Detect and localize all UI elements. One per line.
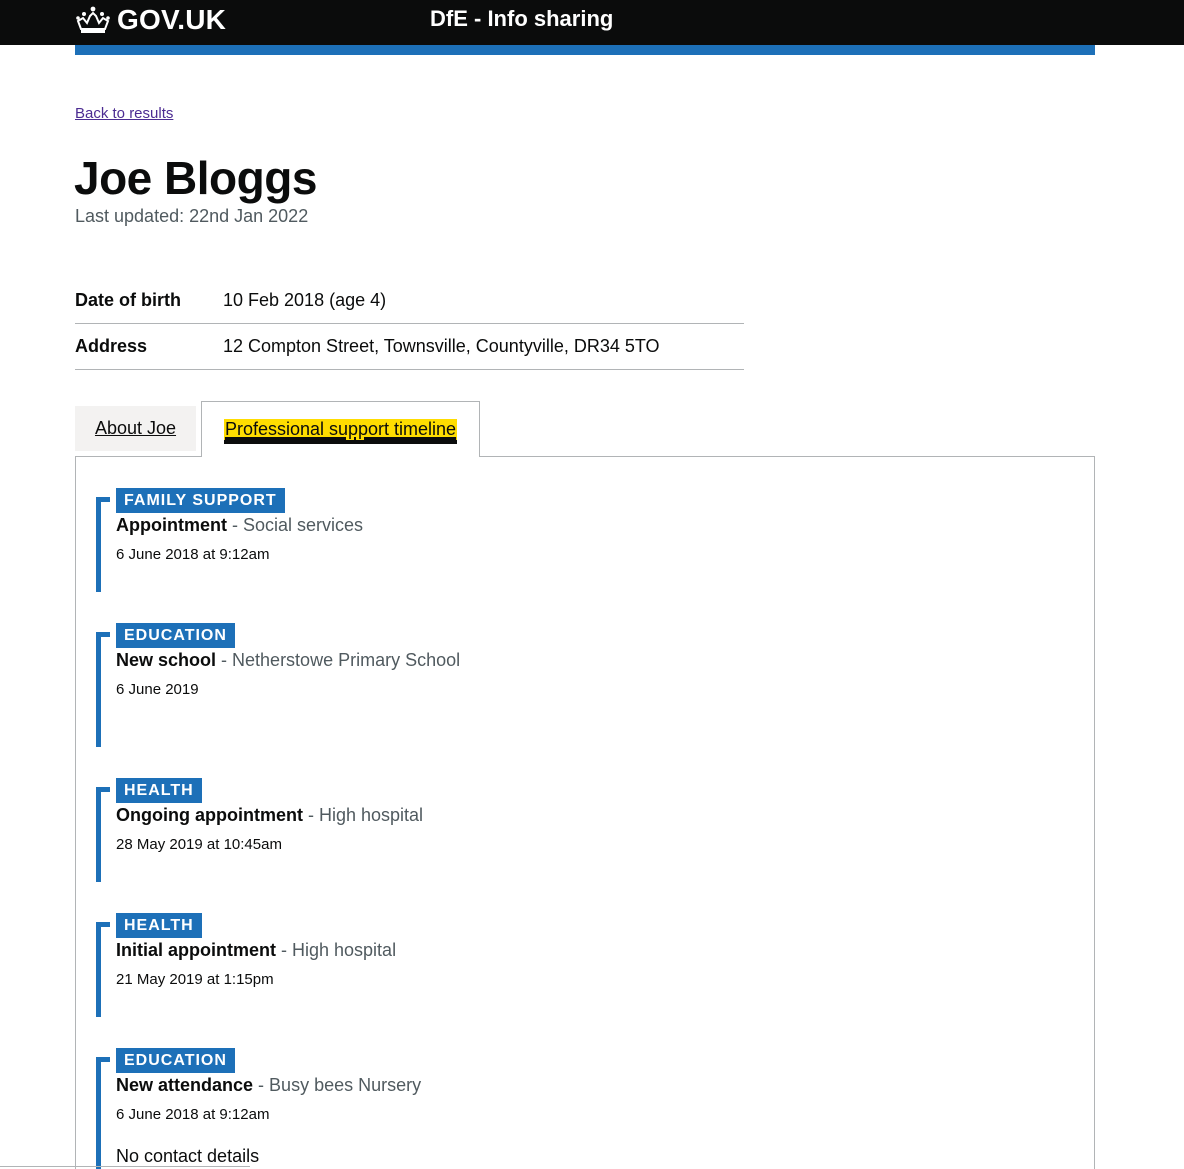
- event-date: 21 May 2019 at 1:15pm: [116, 971, 274, 988]
- summary-row-dob: Date of birth 10 Feb 2018 (age 4): [75, 278, 744, 324]
- timeline-tick: [96, 922, 110, 927]
- event-separator: -: [253, 1075, 270, 1095]
- event-provider: Busy bees Nursery: [269, 1075, 422, 1095]
- event-provider: Netherstowe Primary School: [232, 650, 461, 670]
- crown-icon: [76, 6, 110, 33]
- timeline-tick: [96, 787, 110, 792]
- category-tag: EDUCATION: [116, 1048, 235, 1073]
- event-separator: -: [276, 940, 292, 960]
- event-name: New school: [116, 650, 217, 670]
- tab-label: Professional support timeline: [223, 419, 458, 440]
- logo-text: GOV.UK: [117, 4, 227, 35]
- timeline-bar: [96, 787, 101, 882]
- event-title: Initial appointment - High hospital: [116, 940, 396, 961]
- category-tag: FAMILY SUPPORT: [116, 488, 285, 513]
- event-date: 6 June 2018 at 9:12am: [116, 546, 270, 563]
- header-blue-bar: [75, 45, 1095, 55]
- event-separator: -: [302, 805, 319, 825]
- tab-label: About Joe: [94, 418, 177, 438]
- summary-key: Address: [75, 336, 148, 356]
- event-provider: Social services: [242, 515, 364, 535]
- category-tag: HEALTH: [116, 778, 202, 803]
- summary-value: 12 Compton Street, Townsville, Countyvil…: [223, 336, 660, 356]
- timeline-bar: [96, 497, 101, 592]
- event-title: New attendance - Busy bees Nursery: [116, 1075, 421, 1096]
- tab-professional-support-timeline[interactable]: Professional support timeline: [201, 401, 480, 457]
- event-name: Ongoing appointment: [116, 805, 303, 825]
- event-separator: -: [226, 515, 243, 535]
- event-date: 6 June 2018 at 9:12am: [116, 1106, 270, 1123]
- site-header: GOV.UK DfE - Info sharing: [0, 0, 1184, 45]
- page-title: Joe Bloggs: [74, 152, 317, 204]
- category-tag: HEALTH: [116, 913, 202, 938]
- last-updated-text: Last updated: 22nd Jan 2022: [75, 206, 309, 226]
- timeline-tick: [96, 497, 110, 502]
- event-title: Ongoing appointment - High hospital: [116, 805, 423, 826]
- summary-key: Date of birth: [75, 290, 181, 310]
- summary-list: Date of birth 10 Feb 2018 (age 4) Addres…: [75, 278, 744, 370]
- timeline-tick: [96, 632, 110, 637]
- divider: [0, 1166, 250, 1167]
- event-contact-details: No contact details: [116, 1146, 260, 1166]
- back-to-results-link[interactable]: Back to results: [75, 105, 173, 122]
- service-name-link[interactable]: DfE - Info sharing: [430, 6, 613, 32]
- summary-row-address: Address 12 Compton Street, Townsville, C…: [75, 324, 744, 370]
- event-date: 6 June 2019: [116, 681, 199, 698]
- timeline-bar: [96, 1057, 101, 1169]
- event-name: Appointment: [116, 515, 227, 535]
- event-title: Appointment - Social services: [116, 515, 363, 536]
- timeline-bar: [96, 632, 101, 747]
- event-name: New attendance: [116, 1075, 254, 1095]
- event-title: New school - Netherstowe Primary School: [116, 650, 460, 671]
- timeline-tick: [96, 1057, 110, 1062]
- govuk-logo-link[interactable]: GOV.UK: [75, 4, 226, 36]
- summary-value: 10 Feb 2018 (age 4): [223, 290, 387, 310]
- event-separator: -: [216, 650, 233, 670]
- timeline-bar: [96, 922, 101, 1017]
- event-name: Initial appointment: [116, 940, 276, 960]
- event-provider: High hospital: [318, 805, 424, 825]
- event-date: 28 May 2019 at 10:45am: [116, 836, 282, 853]
- tab-about-joe[interactable]: About Joe: [75, 406, 196, 451]
- event-provider: High hospital: [292, 940, 397, 960]
- category-tag: EDUCATION: [116, 623, 235, 648]
